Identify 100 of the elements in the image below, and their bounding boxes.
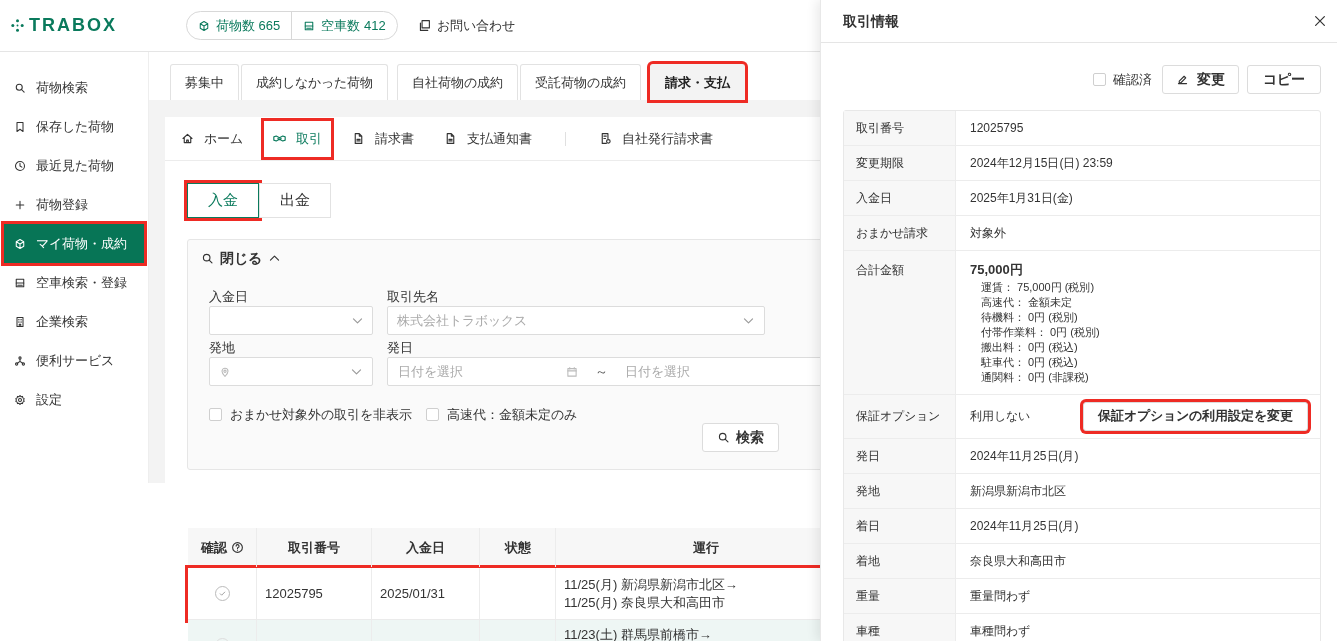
checkbox-label: 高速代：金額未定のみ [447, 406, 577, 424]
detail-value: 利用しない [970, 408, 1030, 425]
checkbox[interactable] [209, 408, 222, 422]
sidebar-item[interactable]: 便利サービス [4, 341, 144, 380]
detail-label: おまかせ請求 [856, 225, 928, 242]
detail-value: 2025年1月31日(金) [970, 190, 1073, 207]
close-icon [1313, 14, 1327, 28]
collapse-toggle[interactable]: 閉じる [201, 245, 820, 271]
detail-value: 重量問わず [970, 587, 1030, 605]
column-header: 取引番号 [288, 538, 340, 557]
detail-label: 発日 [856, 447, 880, 465]
select-field[interactable] [209, 357, 373, 386]
detail-value: 車種問わず [970, 622, 1030, 640]
sidebar-item[interactable]: マイ荷物・成約 [4, 224, 144, 263]
subnav-link[interactable]: ホーム [172, 120, 252, 157]
detail-label: 合計金額 [856, 263, 904, 277]
detail-label: 取引番号 [856, 120, 904, 137]
checkbox-label: おまかせ対象外の取引を非表示 [230, 406, 412, 424]
fee-line: 運賃： 75,000円 (税別) [980, 279, 1096, 295]
search-button[interactable]: 検索 [702, 423, 779, 452]
sidebar-item[interactable]: 最近見た荷物 [4, 146, 144, 185]
detail-value: 対象外 [970, 225, 1006, 242]
tab[interactable]: 受託荷物の成約 [520, 64, 641, 100]
fee-line: 搬出料： 0円 (税込) [980, 339, 1079, 355]
network-icon [14, 354, 26, 367]
segment-button[interactable]: 出金 [259, 183, 331, 218]
subnav-link[interactable]: 支払通知書 [435, 120, 541, 157]
help-icon [230, 541, 244, 554]
checkbox-label: 確認済 [1113, 70, 1152, 89]
date-placeholder: 日付を選択 [625, 362, 690, 381]
sidebar-item[interactable]: 設定 [4, 380, 144, 419]
plus-icon [14, 198, 26, 211]
column-header: 状態 [504, 538, 531, 557]
sidebar-item[interactable]: 荷物登録 [4, 185, 144, 224]
column-header: 確認 [200, 538, 227, 557]
subnav-link[interactable]: 請求書 [343, 120, 423, 157]
fee-line: 付帯作業料： 0円 (税別) [980, 324, 1101, 340]
date-range-field[interactable]: 日付を選択 ～ 日付を選択 [387, 357, 820, 386]
tab[interactable]: 請求・支払 [650, 64, 745, 100]
document-stamp-icon [599, 132, 612, 145]
column-header: 入金日 [406, 538, 445, 557]
box-icon [198, 19, 210, 32]
field-label: 発日 [387, 339, 414, 357]
detail-label: 発地 [856, 482, 880, 500]
detail-value: 新潟県新潟市北区 [970, 482, 1066, 500]
fee-line: 待機料： 0円 (税別) [980, 309, 1079, 325]
windows-icon [417, 19, 431, 32]
drawer-title: 取引情報 [843, 11, 899, 31]
field-label: 入金日 [209, 288, 249, 306]
detail-label: 着日 [856, 517, 880, 535]
detail-value: 12025795 [970, 120, 1024, 137]
building-icon [14, 315, 26, 328]
subnav-link[interactable]: 自社発行請求書 [590, 120, 722, 157]
detail-label: 変更期限 [856, 155, 904, 172]
fee-line: 通関料： 0円 (非課税) [980, 369, 1090, 385]
detail-value: 75,000円 [970, 261, 1024, 279]
search-icon [717, 431, 730, 444]
table-row[interactable]: 12025795 2025/01/31 11/25(月) 新潟県新潟市北区→ 11/25(月) 奈良県大和高田市 [188, 568, 820, 620]
segment-button[interactable]: 入金 [187, 183, 259, 218]
detail-value: 2024年11月25日(月) [970, 517, 1079, 535]
panel-icon [303, 19, 316, 32]
tab[interactable]: 募集中 [170, 64, 239, 100]
range-separator: ～ [595, 362, 608, 381]
calendar-icon [566, 365, 578, 378]
detail-label: 着地 [856, 552, 880, 570]
route-line: 11/25(月) 新潟県新潟市北区→ [564, 575, 739, 594]
select-field[interactable] [209, 306, 373, 335]
edit-button[interactable]: 変更 [1162, 65, 1239, 94]
pencil-icon [1176, 73, 1189, 86]
sidebar-item[interactable]: 空車検索・登録 [4, 263, 144, 302]
fee-line: 高速代： 金額未定 [980, 294, 1074, 310]
settings-icon [14, 393, 26, 406]
sidebar-item[interactable]: 保存した荷物 [4, 107, 144, 146]
option-settings-button[interactable]: 保証オプションの利用設定を変更 [1083, 401, 1308, 431]
detail-label: 車種 [856, 622, 880, 640]
counter-label: 空車数 412 [321, 16, 386, 35]
checkbox[interactable] [426, 408, 439, 422]
table-cell-text: 12025795 [265, 584, 323, 603]
subnav-link[interactable]: 取引 [264, 120, 331, 157]
checkbox[interactable] [1093, 73, 1106, 86]
sidebar-item[interactable]: 企業検索 [4, 302, 144, 341]
column-header: 運行 [692, 538, 719, 557]
table-row[interactable]: 11/23(土) 群馬県前橋市→ [188, 620, 820, 641]
detail-value: 奈良県大和高田市 [970, 552, 1066, 570]
detail-value: 2024年11月25日(月) [970, 447, 1079, 465]
sidebar-item[interactable]: 荷物検索 [4, 68, 144, 107]
search-icon [14, 81, 26, 94]
contact-link[interactable]: お問い合わせ [417, 15, 515, 36]
search-icon [201, 251, 214, 265]
detail-label: 入金日 [856, 190, 892, 207]
field-label: 発地 [209, 339, 236, 357]
tab[interactable]: 自社荷物の成約 [397, 64, 518, 100]
tab[interactable]: 成約しなかった荷物 [241, 64, 388, 100]
bookmark-icon [14, 120, 26, 133]
box-icon [14, 237, 26, 250]
copy-button[interactable]: コピー [1247, 65, 1321, 94]
logo-dots-icon [10, 18, 25, 33]
detail-label: 重量 [856, 587, 880, 605]
logo-text: TRABOX [29, 14, 117, 37]
clock-icon [14, 159, 26, 172]
